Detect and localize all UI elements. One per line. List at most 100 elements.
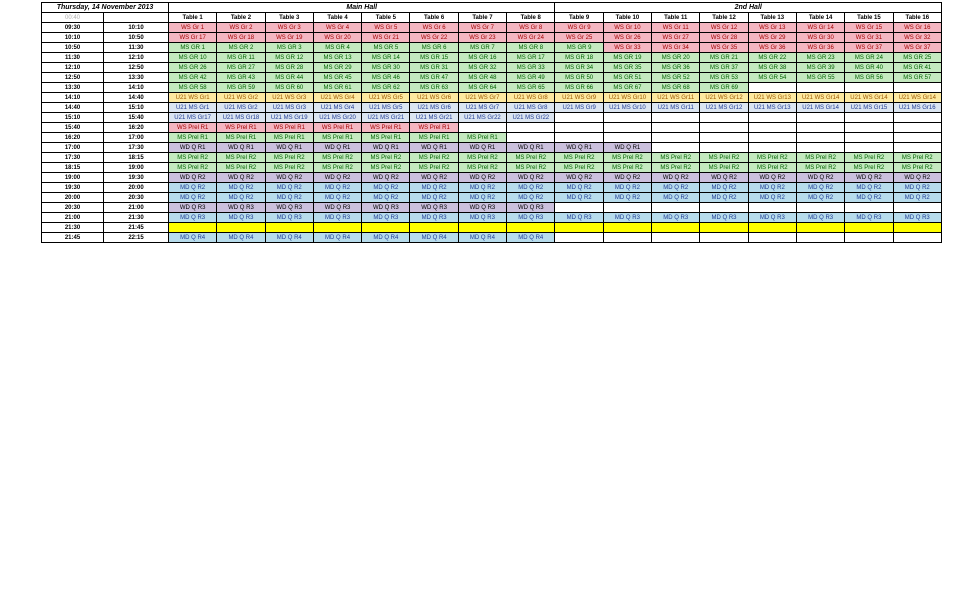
schedule-row: 21:30 21:45 — [41, 222, 942, 233]
schedule-cell — [651, 202, 701, 213]
schedule-cell: MD Q R2 — [747, 182, 797, 193]
table-header-11: Table 11 — [651, 12, 701, 23]
schedule-cell — [844, 222, 894, 233]
schedule-cell — [747, 222, 797, 233]
schedule-cell: MD Q R4 — [264, 232, 314, 243]
schedule-row: 15:10 15:40 U21 MS Gr17 U21 MS Gr18 U21 MS G… — [41, 112, 942, 123]
schedule-cell: MS Prel R2 — [602, 162, 653, 173]
schedule-cell: MS GR 43 — [216, 72, 266, 83]
slot-end-time: 17:30 — [103, 142, 169, 153]
schedule-cell: MD Q R4 — [409, 232, 459, 243]
schedule-cell: MS Prel R2 — [167, 162, 218, 173]
schedule-cell: U21 WS Gr12 — [699, 92, 749, 103]
schedule-cell: U21 MS Gr22 — [457, 112, 508, 123]
schedule-cell — [699, 222, 749, 233]
schedule-cell: WS Gr 17 — [167, 32, 218, 43]
table-header-3: Table 3 — [264, 12, 314, 23]
schedule-cell: MD Q R4 — [216, 232, 266, 243]
schedule-row: 16:20 17:00 MS Prel R1 MS Prel R1 MS Prel R1… — [41, 132, 942, 143]
schedule-cell — [602, 232, 653, 243]
schedule-row: 21:00 21:30 MD Q R3 MD Q R3 MD Q R3 MD Q R3 MD… — [41, 212, 942, 223]
schedule-cell: MS Prel R1 — [264, 132, 314, 143]
schedule-cell: WS Gr 36 — [747, 42, 797, 53]
schedule-cell — [892, 82, 942, 93]
schedule-cell — [602, 122, 653, 133]
schedule-cell: U21 WS Gr13 — [747, 92, 797, 103]
schedule-cell: MS Prel R2 — [602, 152, 653, 163]
table-header-row: 00:40 Table 1 Table 2 Table 3 Table 4 Table … — [41, 12, 942, 23]
schedule-row: 13:30 14:10 MS GR 58 MS GR 59 MS GR 60 MS GR … — [41, 82, 942, 93]
schedule-cell: MS GR 5 — [361, 42, 411, 53]
schedule-cell: MS GR 8 — [506, 42, 556, 53]
table-header-2: Table 2 — [216, 12, 266, 23]
schedule-cell: MS Prel R2 — [651, 152, 701, 163]
schedule-row: 20:30 21:00 WD Q R3 WD Q R3 WD Q R3 WD Q R3 WD… — [41, 202, 942, 213]
table-header-7: Table 7 — [457, 12, 508, 23]
schedule-cell: MS Prel R1 — [361, 132, 411, 143]
schedule-cell: WS Gr 13 — [747, 22, 797, 33]
table-header-1: Table 1 — [167, 12, 218, 23]
hall-header-row: Thursday, 14 November 2013 Main Hall 2nd… — [41, 2, 942, 13]
schedule-cell: MD Q R3 — [312, 212, 363, 223]
slot-start-time: 15:40 — [41, 122, 104, 133]
schedule-cell: MS GR 14 — [361, 52, 411, 63]
slot-start-time: 10:10 — [41, 32, 104, 43]
schedule-cell: MD Q R2 — [409, 182, 459, 193]
slot-start-time: 14:10 — [41, 92, 104, 103]
schedule-row: 17:00 17:30 WD Q R1 WD Q R1 WD Q R1 WD Q R1 WD… — [41, 142, 942, 153]
schedule-cell — [699, 132, 749, 143]
schedule-cell: MS Prel R2 — [747, 152, 797, 163]
schedule-cell — [747, 112, 797, 123]
schedule-cell — [554, 112, 604, 123]
schedule-cell: MS GR 18 — [554, 52, 604, 63]
schedule-cell: MS GR 56 — [844, 72, 894, 83]
schedule-row: 10:50 11:30 MS GR 1 MS GR 2 MS GR 3 MS GR 4 MS… — [41, 42, 942, 53]
schedule-cell: MD Q R2 — [554, 182, 604, 193]
schedule-cell: U21 MS Gr17 — [167, 112, 218, 123]
schedule-cell: U21 WS Gr3 — [264, 92, 314, 103]
schedule-cell: WS Gr 1 — [167, 22, 218, 33]
schedule-cell: U21 WS Gr2 — [216, 92, 266, 103]
schedule-cell: U21 WS Gr4 — [312, 92, 363, 103]
schedule-cell: MS GR 66 — [554, 82, 604, 93]
schedule-cell: U21 MS Gr10 — [602, 102, 653, 113]
schedule-cell: MS GR 32 — [457, 62, 508, 73]
schedule-cell: MS GR 20 — [651, 52, 701, 63]
schedule-row: 19:00 19:30 WD Q R2 WD Q R2 WD Q R2 WD Q R2 WD… — [41, 172, 942, 183]
slot-end-time: 21:30 — [103, 212, 169, 223]
schedule-cell: MS GR 52 — [651, 72, 701, 83]
slot-start-time: 17:30 — [41, 152, 104, 163]
schedule-cell: U21 WS Gr14 — [795, 92, 846, 103]
schedule-cell: U21 WS Gr10 — [602, 92, 653, 103]
slot-end-time: 13:30 — [103, 72, 169, 83]
schedule-cell: U21 MS Gr21 — [361, 112, 411, 123]
schedule-cell: WS Prel R1 — [361, 122, 411, 133]
schedule-cell: MD Q R2 — [167, 192, 218, 203]
schedule-cell: WS Gr 30 — [795, 32, 846, 43]
schedule-cell: MS GR 11 — [216, 52, 266, 63]
schedule-cell — [554, 132, 604, 143]
schedule-cell: MS GR 57 — [892, 72, 942, 83]
schedule-cell: WS Gr 22 — [409, 32, 459, 43]
schedule-cell: MD Q R2 — [795, 182, 846, 193]
schedule-cell: WD Q R3 — [216, 202, 266, 213]
schedule-cell: WS Gr 37 — [892, 42, 942, 53]
schedule-cell: WD Q R3 — [361, 202, 411, 213]
slot-end-time: 16:20 — [103, 122, 169, 133]
schedule-cell: MS GR 68 — [651, 82, 701, 93]
table-header-14: Table 14 — [795, 12, 846, 23]
schedule-cell: WD Q R2 — [699, 172, 749, 183]
schedule-cell: WS Gr 9 — [554, 22, 604, 33]
schedule-cell: WD Q R1 — [409, 142, 459, 153]
schedule-cell: U21 MS Gr7 — [457, 102, 508, 113]
schedule-cell: MS Prel R2 — [795, 162, 846, 173]
schedule-cell: MD Q R2 — [167, 182, 218, 193]
schedule-cell: WD Q R2 — [264, 172, 314, 183]
schedule-cell: WS Gr 10 — [602, 22, 653, 33]
schedule-cell: MS GR 23 — [795, 52, 846, 63]
slot-end-time: 10:10 — [103, 22, 169, 33]
schedule-cell: WD Q R2 — [312, 172, 363, 183]
schedule-cell: WS Gr 36 — [795, 42, 846, 53]
schedule-cell: MS GR 58 — [167, 82, 218, 93]
schedule-table: Thursday, 14 November 2013 Main Hall 2nd… — [41, 2, 942, 243]
